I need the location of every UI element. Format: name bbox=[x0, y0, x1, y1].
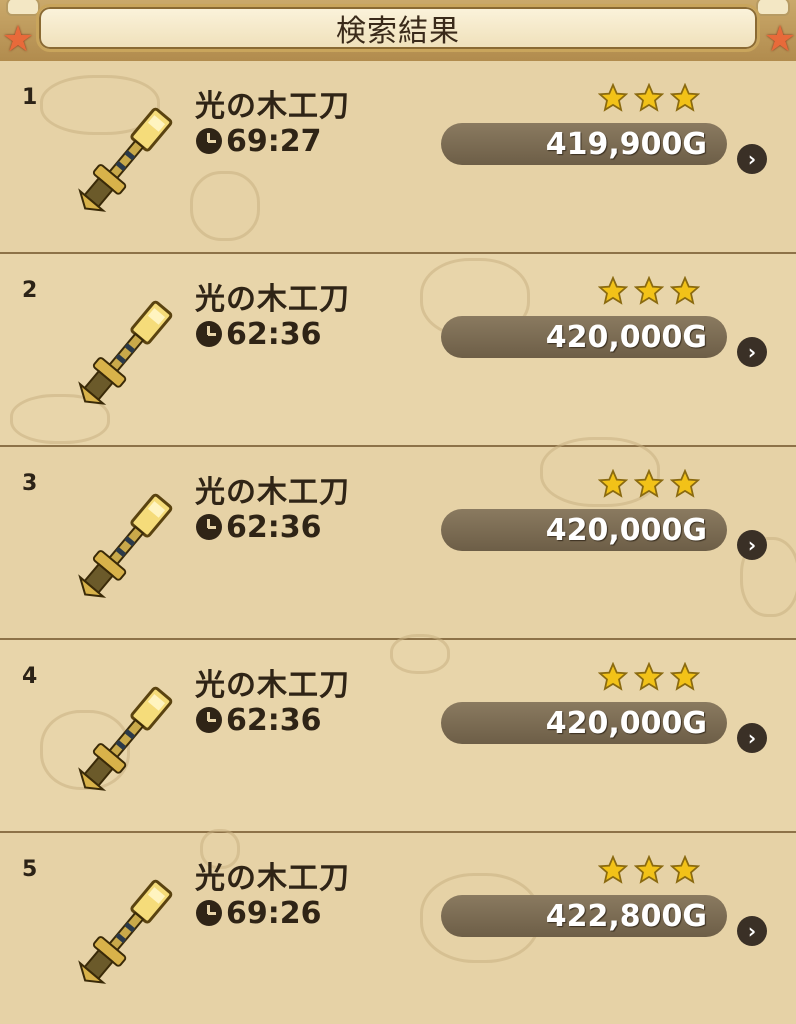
wooden-sword-icon bbox=[78, 879, 173, 984]
title-bar: 検索結果 ★ ★ bbox=[0, 0, 796, 64]
item-name: 光の木工刀 bbox=[195, 282, 350, 317]
chevron-right-icon[interactable]: › bbox=[737, 144, 767, 174]
star-icon bbox=[634, 276, 664, 305]
chevron-right-icon[interactable]: › bbox=[737, 337, 767, 367]
result-index: 3 bbox=[22, 471, 38, 496]
clock-icon bbox=[196, 128, 222, 154]
remaining-time: 69:26 bbox=[196, 895, 322, 931]
result-row[interactable]: 4 光の木工刀 62:36 420,000G › bbox=[0, 634, 796, 833]
result-index: 5 bbox=[22, 857, 38, 882]
result-row[interactable]: 5 光の木工刀 69:26 422,800G › bbox=[0, 829, 796, 1024]
star-rating bbox=[598, 855, 700, 885]
result-index: 4 bbox=[22, 664, 38, 689]
result-row[interactable]: 3 光の木工刀 62:36 420,000G › bbox=[0, 437, 796, 640]
result-index: 1 bbox=[22, 85, 38, 110]
starfish-icon: ★ bbox=[1, 19, 35, 60]
star-icon bbox=[598, 662, 628, 691]
title-plate: 検索結果 bbox=[36, 4, 760, 52]
price-pill: 420,000G bbox=[441, 702, 727, 744]
remaining-time: 62:36 bbox=[196, 509, 322, 545]
item-name: 光の木工刀 bbox=[195, 89, 350, 124]
star-icon bbox=[670, 83, 700, 112]
star-icon bbox=[634, 469, 664, 498]
result-index: 2 bbox=[22, 278, 38, 303]
time-value: 69:27 bbox=[226, 123, 322, 159]
remaining-time: 62:36 bbox=[196, 316, 322, 352]
chevron-right-icon[interactable]: › bbox=[737, 530, 767, 560]
star-rating bbox=[598, 662, 700, 692]
wooden-sword-icon bbox=[78, 107, 173, 212]
price-pill: 422,800G bbox=[441, 895, 727, 937]
star-icon bbox=[598, 83, 628, 112]
star-icon bbox=[670, 276, 700, 305]
clock-icon bbox=[196, 514, 222, 540]
star-icon bbox=[598, 855, 628, 884]
chevron-right-icon[interactable]: › bbox=[737, 916, 767, 946]
star-rating bbox=[598, 276, 700, 306]
result-row[interactable]: 2 光の木工刀 62:36 420,000G › bbox=[0, 254, 796, 447]
star-icon bbox=[598, 469, 628, 498]
remaining-time: 69:27 bbox=[196, 123, 322, 159]
item-name: 光の木工刀 bbox=[195, 861, 350, 896]
star-icon bbox=[634, 662, 664, 691]
star-rating bbox=[598, 83, 700, 113]
starfish-icon: ★ bbox=[763, 19, 796, 60]
result-row[interactable]: 1 光の木工刀 69:27 419,900G › bbox=[0, 61, 796, 254]
item-name: 光の木工刀 bbox=[195, 668, 350, 703]
remaining-time: 62:36 bbox=[196, 702, 322, 738]
wooden-sword-icon bbox=[78, 493, 173, 598]
star-icon bbox=[634, 83, 664, 112]
wooden-sword-icon bbox=[78, 686, 173, 791]
price-pill: 420,000G bbox=[441, 316, 727, 358]
page-title: 検索結果 bbox=[336, 14, 460, 49]
clock-icon bbox=[196, 900, 222, 926]
item-name: 光の木工刀 bbox=[195, 475, 350, 510]
clock-icon bbox=[196, 321, 222, 347]
time-value: 69:26 bbox=[226, 895, 322, 931]
price-pill: 419,900G bbox=[441, 123, 727, 165]
time-value: 62:36 bbox=[226, 316, 322, 352]
shell-decoration bbox=[756, 0, 790, 16]
price-pill: 420,000G bbox=[441, 509, 727, 551]
star-rating bbox=[598, 469, 700, 499]
time-value: 62:36 bbox=[226, 509, 322, 545]
wooden-sword-icon bbox=[78, 300, 173, 405]
star-icon bbox=[634, 855, 664, 884]
star-icon bbox=[670, 855, 700, 884]
star-icon bbox=[598, 276, 628, 305]
clock-icon bbox=[196, 707, 222, 733]
search-results-list: 1 光の木工刀 69:27 419,900G › 2 光の木工刀 62:36 4… bbox=[0, 61, 796, 1024]
chevron-right-icon[interactable]: › bbox=[737, 723, 767, 753]
shell-decoration bbox=[6, 0, 40, 16]
star-icon bbox=[670, 662, 700, 691]
star-icon bbox=[670, 469, 700, 498]
time-value: 62:36 bbox=[226, 702, 322, 738]
